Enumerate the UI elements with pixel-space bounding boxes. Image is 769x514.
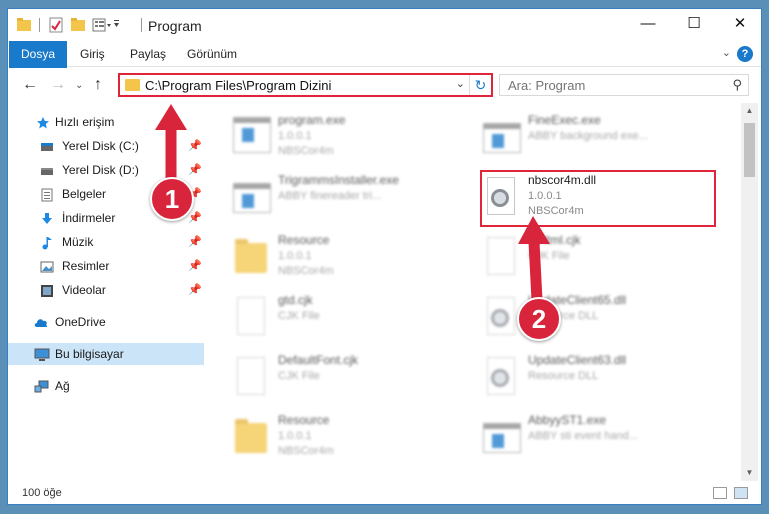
instruction-arrows	[155, 104, 550, 301]
step-1-callout: 1	[150, 177, 194, 221]
step-2-callout: 2	[517, 297, 561, 341]
